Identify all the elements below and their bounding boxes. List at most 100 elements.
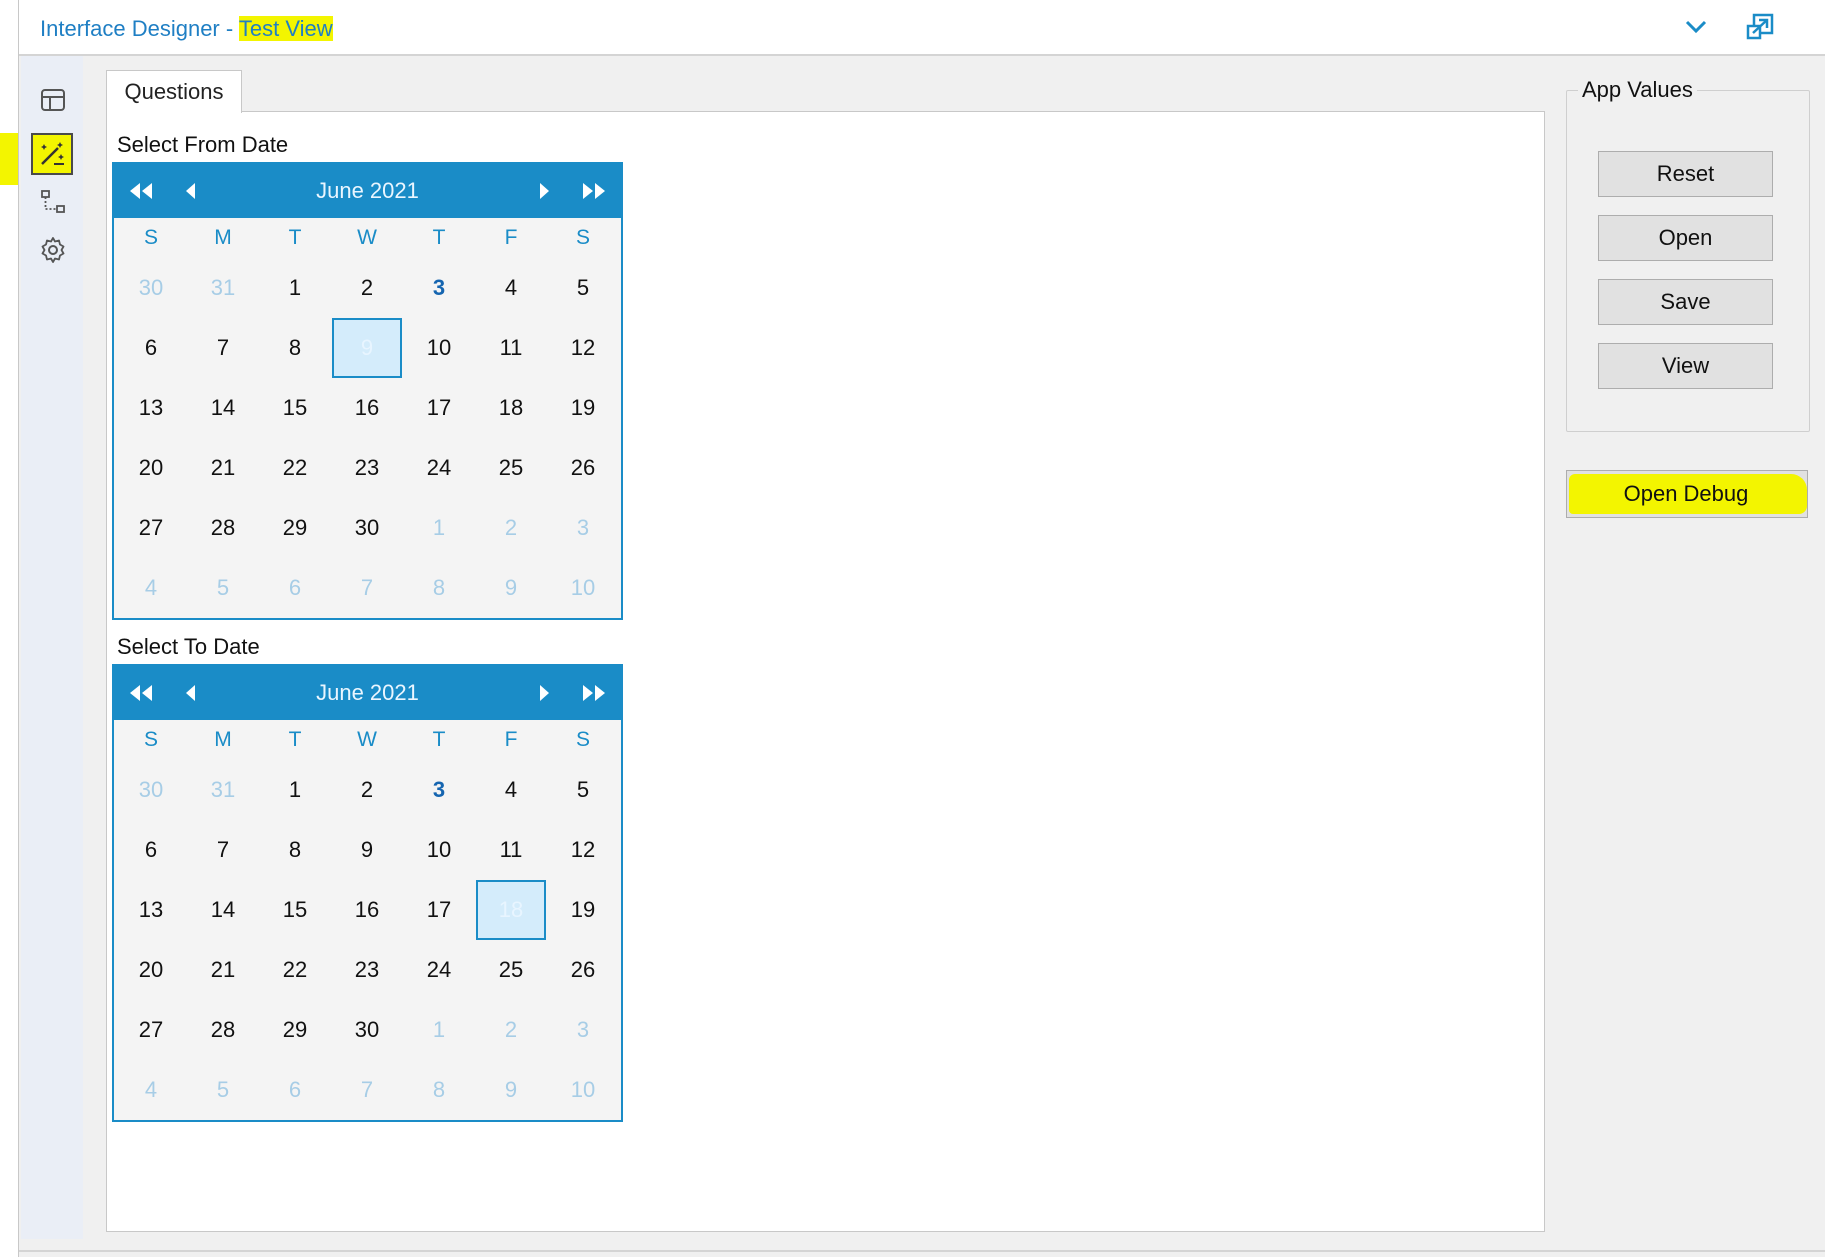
calendar-day[interactable]: 5 [547,258,619,318]
calendar-day[interactable]: 3 [403,258,475,318]
weekday-label: F [504,226,518,249]
calendar-day[interactable]: 10 [547,558,619,618]
calendar-day[interactable]: 22 [259,438,331,498]
calendar-day[interactable]: 3 [547,498,619,558]
calendar-day[interactable]: 13 [115,378,187,438]
calendar-day[interactable]: 23 [331,940,403,1000]
calendar-day[interactable]: 4 [475,258,547,318]
calendar-day[interactable]: 21 [187,940,259,1000]
calendar-day[interactable]: 9 [475,558,547,618]
calendar-day[interactable]: 16 [331,880,403,940]
calendar-day[interactable]: 8 [403,558,475,618]
calendar-day[interactable]: 4 [475,760,547,820]
calendar-day[interactable]: 29 [259,1000,331,1060]
calendar-day[interactable]: 17 [403,378,475,438]
calendar-day[interactable]: 7 [187,318,259,378]
chevron-down-icon[interactable] [1679,10,1713,44]
calendar-day[interactable]: 19 [547,378,619,438]
open-debug-button[interactable]: Open Debug [1566,470,1806,518]
calendar-day[interactable]: 13 [115,880,187,940]
undock-icon[interactable] [1743,10,1777,44]
calendar-day[interactable]: 2 [475,1000,547,1060]
calendar-day[interactable]: 9 [475,1060,547,1120]
calendar-day[interactable]: 16 [331,378,403,438]
calendar-day[interactable]: 7 [331,1060,403,1120]
calendar-day[interactable]: 1 [403,1000,475,1060]
calendar-day[interactable]: 1 [259,760,331,820]
calendar-day[interactable]: 23 [331,438,403,498]
calendar-day[interactable]: 6 [259,1060,331,1120]
calendar-day[interactable]: 1 [403,498,475,558]
calendar-day[interactable]: 18 [475,378,547,438]
calendar-day[interactable]: 28 [187,498,259,558]
calendar-day[interactable]: 7 [187,820,259,880]
view-button[interactable]: View [1598,343,1773,389]
calendar-day[interactable]: 28 [187,1000,259,1060]
calendar-day[interactable]: 3 [547,1000,619,1060]
calendar-day[interactable]: 10 [547,1060,619,1120]
calendar-day[interactable]: 30 [115,258,187,318]
calendar-day[interactable]: 6 [259,558,331,618]
calendar-day[interactable]: 5 [547,760,619,820]
calendar-day[interactable]: 25 [475,940,547,1000]
calendar-day[interactable]: 7 [331,558,403,618]
title-bar: Interface Designer - Test View [19,0,1825,56]
calendar-day[interactable]: 12 [547,820,619,880]
calendar-day[interactable]: 17 [403,880,475,940]
magic-wand-icon[interactable] [31,133,73,175]
calendar-day[interactable]: 5 [187,1060,259,1120]
calendar-day[interactable]: 21 [187,438,259,498]
calendar-month-label[interactable]: June 2021 [114,680,621,706]
calendar-day[interactable]: 19 [547,880,619,940]
calendar-day[interactable]: 1 [259,258,331,318]
calendar-day[interactable]: 10 [403,820,475,880]
calendar-day[interactable]: 27 [115,498,187,558]
calendar-day[interactable]: 24 [403,940,475,1000]
calendar-day[interactable]: 8 [403,1060,475,1120]
calendar-day[interactable]: 22 [259,940,331,1000]
calendar-day[interactable]: 26 [547,940,619,1000]
calendar-day[interactable]: 29 [259,498,331,558]
calendar-day[interactable]: 30 [331,1000,403,1060]
calendar-day[interactable]: 24 [403,438,475,498]
tab-questions[interactable]: Questions [106,70,242,113]
calendar-day[interactable]: 2 [331,258,403,318]
calendar-day[interactable]: 31 [187,760,259,820]
calendar-day[interactable]: 11 [475,318,547,378]
calendar-day[interactable]: 15 [259,880,331,940]
calendar-day[interactable]: 2 [331,760,403,820]
calendar-day[interactable]: 12 [547,318,619,378]
open-button[interactable]: Open [1598,215,1773,261]
calendar-day[interactable]: 25 [475,438,547,498]
calendar-day[interactable]: 6 [115,318,187,378]
calendar-day[interactable]: 27 [115,1000,187,1060]
calendar-day[interactable]: 30 [115,760,187,820]
save-button[interactable]: Save [1598,279,1773,325]
calendar-day[interactable]: 9 [331,820,403,880]
calendar-day[interactable]: 10 [403,318,475,378]
calendar-day[interactable]: 8 [259,318,331,378]
calendar-day[interactable]: 15 [259,378,331,438]
calendar-day[interactable]: 11 [475,820,547,880]
selected-day[interactable]: 9 [332,318,402,378]
layout-icon[interactable] [31,78,75,122]
calendar-day[interactable]: 14 [187,880,259,940]
calendar-month-label[interactable]: June 2021 [114,178,621,204]
calendar-day[interactable]: 26 [547,438,619,498]
tree-icon[interactable] [31,180,75,224]
calendar-day[interactable]: 5 [187,558,259,618]
reset-button[interactable]: Reset [1598,151,1773,197]
calendar-day[interactable]: 20 [115,940,187,1000]
calendar-day[interactable]: 8 [259,820,331,880]
calendar-day[interactable]: 4 [115,1060,187,1120]
calendar-day[interactable]: 3 [403,760,475,820]
calendar-day[interactable]: 20 [115,438,187,498]
calendar-day[interactable]: 14 [187,378,259,438]
calendar-day[interactable]: 4 [115,558,187,618]
selected-day[interactable]: 18 [476,880,546,940]
calendar-day[interactable]: 6 [115,820,187,880]
calendar-day[interactable]: 31 [187,258,259,318]
calendar-day[interactable]: 2 [475,498,547,558]
gear-icon[interactable] [31,228,75,272]
calendar-day[interactable]: 30 [331,498,403,558]
